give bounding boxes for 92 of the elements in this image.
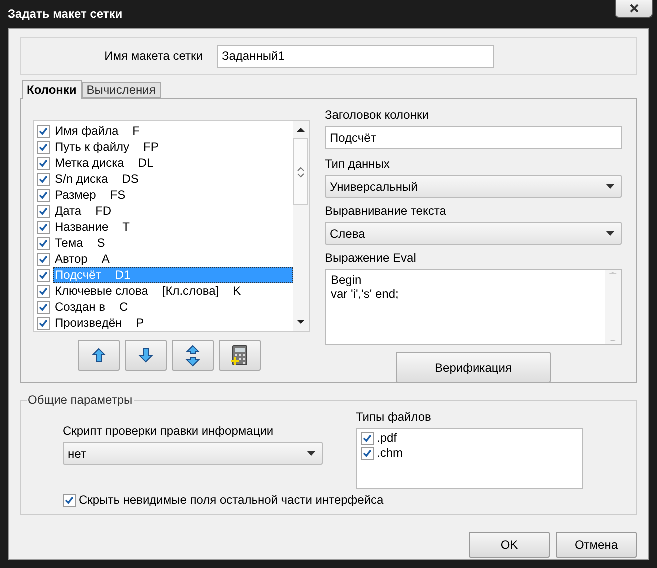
column-name: S/n диска xyxy=(55,172,108,186)
list-item[interactable]: Ключевые слова [Кл.слова] K xyxy=(53,283,293,299)
checkbox-label: .chm xyxy=(377,446,404,460)
close-button[interactable] xyxy=(615,0,653,18)
tab[interactable]: Колонки xyxy=(22,80,82,99)
calculator-icon xyxy=(231,344,249,366)
column-name: Имя файла xyxy=(55,124,119,138)
checkbox[interactable] xyxy=(361,432,374,444)
column-code: P xyxy=(136,316,144,330)
column-name: Название xyxy=(55,220,109,234)
column-name: Автор xyxy=(55,252,88,266)
move-down-button[interactable] xyxy=(125,340,167,371)
checkbox[interactable] xyxy=(37,252,50,266)
checkbox[interactable] xyxy=(37,188,50,202)
list-item[interactable]: Имя файла F xyxy=(53,123,293,139)
column-code: T xyxy=(122,220,130,234)
column-header-field[interactable]: Подсчёт xyxy=(325,126,622,149)
close-icon xyxy=(630,4,638,13)
field-label: Скрипт проверки правки информации xyxy=(63,424,275,439)
list-item[interactable]: Создан в C xyxy=(53,299,293,315)
checkbox[interactable] xyxy=(37,300,50,314)
name-input-field[interactable]: Заданный1 xyxy=(217,44,494,68)
down-arrow-icon xyxy=(137,347,155,364)
column-code: FS xyxy=(110,188,126,202)
checkbox[interactable] xyxy=(37,204,50,218)
checkbox[interactable] xyxy=(37,140,50,154)
column-code: DL xyxy=(138,156,154,170)
move-up-button[interactable] xyxy=(78,340,120,371)
field-label: Выравнивание текста xyxy=(325,204,448,219)
field-label: Заголовок колонки xyxy=(325,108,430,123)
checkbox[interactable] xyxy=(37,268,50,282)
data-type-dropdown[interactable]: Универсальный xyxy=(325,175,622,198)
list-item[interactable]: S/n диска DS xyxy=(53,171,293,187)
alignment-dropdown[interactable]: Слева xyxy=(325,222,622,245)
caret-icon xyxy=(606,184,615,189)
column-name: Произведён xyxy=(55,316,122,330)
list-item[interactable]: Название T xyxy=(53,219,293,235)
up-down-arrow-icon xyxy=(185,344,201,366)
caret-icon xyxy=(307,451,316,456)
column-alias: [Кл.слова] xyxy=(162,284,220,298)
field-label: Тип данных xyxy=(325,157,391,172)
column-code: S xyxy=(97,236,106,250)
checkbox[interactable] xyxy=(37,236,50,250)
group-title: Общие параметры xyxy=(27,393,134,407)
column-code: C xyxy=(119,300,128,314)
script-dropdown[interactable]: нет xyxy=(63,442,323,465)
checkbox[interactable] xyxy=(37,316,50,330)
column-code: FP xyxy=(144,140,159,154)
field-label: Выражение Eval xyxy=(325,251,418,266)
checkbox[interactable] xyxy=(37,172,50,186)
up-arrow-icon xyxy=(90,347,108,364)
column-code: D1 xyxy=(115,268,131,282)
list-item[interactable]: Метка диска DL xyxy=(53,155,293,171)
tab[interactable]: Вычисления xyxy=(82,82,161,98)
column-code: A xyxy=(102,252,110,266)
column-name: Подсчёт xyxy=(55,268,102,282)
checkbox[interactable] xyxy=(37,220,50,234)
dialog-button[interactable]: Отмена xyxy=(556,532,637,558)
checkbox[interactable] xyxy=(37,156,50,170)
column-name: Путь к файлу xyxy=(55,140,130,154)
checkbox[interactable] xyxy=(37,124,50,138)
field-label: Типы файлов xyxy=(356,410,432,425)
checkbox[interactable] xyxy=(37,284,50,298)
list-item[interactable]: Дата FD xyxy=(53,203,293,219)
column-code: K xyxy=(233,284,242,298)
list-item[interactable]: Автор A xyxy=(53,251,293,267)
calculator-button[interactable] xyxy=(219,340,261,371)
column-name: Метка диска xyxy=(55,156,124,170)
column-name: Создан в xyxy=(55,300,106,314)
checkbox-label: .pdf xyxy=(377,431,398,445)
dialog-button[interactable]: OK xyxy=(469,532,550,558)
list-item[interactable]: Тема S xyxy=(53,235,293,251)
column-code: F xyxy=(132,124,140,138)
checkbox[interactable] xyxy=(63,494,76,506)
column-code: DS xyxy=(122,172,139,186)
window-title: Задать макет сетки xyxy=(8,7,123,21)
column-name: Ключевые слова xyxy=(55,284,148,298)
list-item[interactable]: Путь к файлу FP xyxy=(53,139,293,155)
checkbox-label: Скрыть невидимые поля остальной части интерфейса xyxy=(79,493,384,507)
column-name: Тема xyxy=(55,236,84,250)
column-name: Размер xyxy=(55,188,96,202)
list-item[interactable]: Размер FS xyxy=(53,187,293,203)
column-name: Дата xyxy=(55,204,82,218)
field-label: Имя макета сетки xyxy=(104,49,203,63)
scrollbar-drawing[interactable] xyxy=(293,121,309,331)
list-item[interactable]: Произведён P xyxy=(53,315,293,331)
caret-icon xyxy=(606,231,615,236)
checkbox[interactable] xyxy=(361,446,374,460)
column-code: FD xyxy=(96,204,112,218)
scrollbar-drawing[interactable] xyxy=(605,270,621,344)
verify-button[interactable]: Верификация xyxy=(396,352,551,383)
move-button[interactable] xyxy=(172,340,214,371)
